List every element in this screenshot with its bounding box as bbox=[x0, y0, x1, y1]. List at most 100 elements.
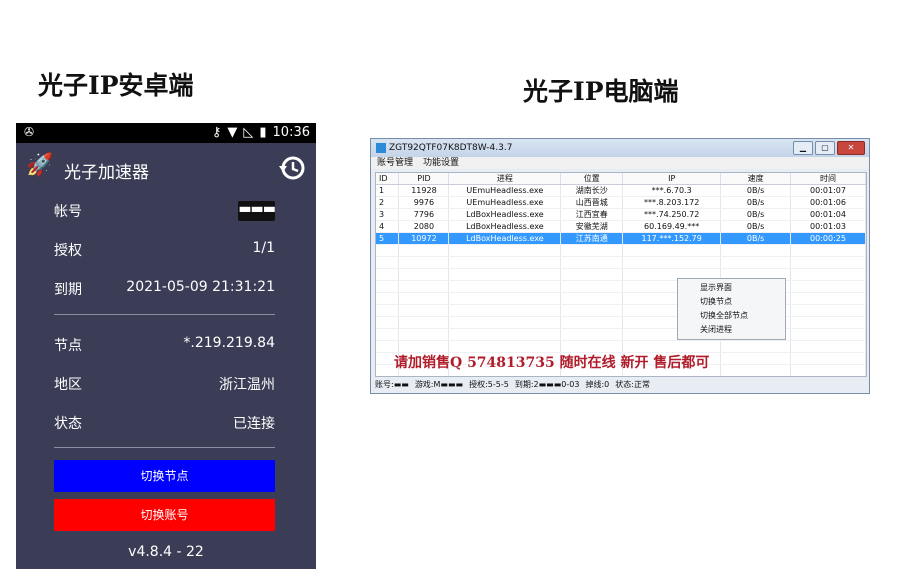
promo-text: 请加销售Q 574813735 随时在线 新开 售后都可 bbox=[394, 355, 710, 371]
cell-process: LdBoxHeadless.exe bbox=[448, 208, 562, 221]
table-row-empty bbox=[376, 280, 866, 293]
region-row: 地区 浙江温州 bbox=[54, 374, 275, 394]
account-row: 帐号 ▬▬▬ bbox=[54, 201, 276, 221]
window-titlebar[interactable]: ZGT92QTF07K8DT8W-4.3.7 ▁ ▢ ✕ bbox=[371, 139, 869, 157]
col-time[interactable]: 时间 bbox=[790, 173, 866, 185]
state-label: 状态 bbox=[54, 416, 82, 432]
cell-pid: 7796 bbox=[398, 208, 450, 221]
table-row[interactable]: 4 2080 LdBoxHeadless.exe 安徽芜湖 60.169.49.… bbox=[376, 220, 866, 233]
col-ip[interactable]: IP bbox=[622, 173, 722, 185]
window-statusbar: 账号:▬▬ 游戏:M▬▬▬ 授权:5-5-5 到期:2▬▬▬0-03 掉线:0 … bbox=[375, 377, 865, 391]
clock: 10:36 bbox=[272, 125, 310, 140]
region-value: 浙江温州 bbox=[219, 377, 275, 393]
menu-bar: 账号管理 功能设置 bbox=[371, 157, 869, 169]
menu-settings[interactable]: 功能设置 bbox=[423, 157, 459, 169]
expire-value: 2021-05-09 21:31:21 bbox=[126, 279, 275, 295]
cell-id: 5 bbox=[376, 232, 400, 245]
android-title: 光子IP安卓端 bbox=[38, 71, 194, 100]
minimize-icon[interactable]: ▁ bbox=[793, 141, 813, 155]
android-phone-screen: ✇ ⚷ ▼ ◺ ▮ 10:36 🚀 光子加速器 帐号 ▬▬▬ 授权 1/1 到期… bbox=[16, 123, 316, 569]
table-row-empty bbox=[376, 256, 866, 269]
table-row-empty bbox=[376, 292, 866, 305]
cell-pid: 2080 bbox=[398, 220, 450, 233]
table-row-selected[interactable]: 5 10972 LdBoxHeadless.exe 江苏南通 117.***.1… bbox=[376, 232, 866, 245]
battery-icon: ▮ bbox=[259, 125, 267, 140]
col-speed[interactable]: 速度 bbox=[720, 173, 792, 185]
key-icon: ⚷ bbox=[211, 125, 222, 140]
cell-location: 江西宜春 bbox=[560, 208, 624, 221]
process-table: ID PID 进程 位置 IP 速度 时间 1 11928 UEmuHeadle… bbox=[375, 172, 867, 377]
cell-pid: 10972 bbox=[398, 232, 450, 245]
status-account: 账号:▬▬ bbox=[375, 379, 409, 389]
divider bbox=[54, 314, 275, 315]
col-id[interactable]: ID bbox=[376, 173, 400, 185]
node-label: 节点 bbox=[54, 338, 82, 354]
cell-time: 00:01:07 bbox=[790, 184, 866, 197]
wifi-icon: ▼ bbox=[227, 125, 238, 140]
cell-location: 山西晋城 bbox=[560, 196, 624, 209]
status-state: 状态:正常 bbox=[615, 379, 650, 389]
cell-process: LdBoxHeadless.exe bbox=[448, 220, 562, 233]
switch-account-button[interactable]: 切换账号 bbox=[54, 499, 275, 531]
status-game: 游戏:M▬▬▬ bbox=[414, 379, 464, 389]
status-auth: 授权:5-5-5 bbox=[469, 379, 509, 389]
account-value: ▬▬▬ bbox=[238, 201, 276, 221]
ctx-close-process[interactable]: 关闭进程 bbox=[678, 323, 785, 337]
rocket-icon: 🚀 bbox=[26, 153, 54, 178]
ctx-switch-all-nodes[interactable]: 切换全部节点 bbox=[678, 309, 785, 323]
table-row-empty bbox=[376, 244, 866, 257]
window-title: ZGT92QTF07K8DT8W-4.3.7 bbox=[389, 143, 513, 153]
table-row-empty bbox=[376, 316, 866, 329]
cell-ip: 60.169.49.*** bbox=[622, 220, 722, 233]
cell-speed: 0B/s bbox=[720, 220, 792, 233]
cell-id: 2 bbox=[376, 196, 400, 209]
expire-row: 到期 2021-05-09 21:31:21 bbox=[54, 279, 275, 299]
cell-location: 江苏南通 bbox=[560, 232, 624, 245]
ctx-show-ui[interactable]: 显示界面 bbox=[678, 281, 785, 295]
cell-ip: ***.74.250.72 bbox=[622, 208, 722, 221]
cell-time: 00:01:06 bbox=[790, 196, 866, 209]
cell-speed: 0B/s bbox=[720, 232, 792, 245]
switch-node-button[interactable]: 切换节点 bbox=[54, 460, 275, 492]
close-icon[interactable]: ✕ bbox=[837, 141, 865, 155]
no-signal-icon: ◺ bbox=[243, 125, 254, 140]
table-row-empty bbox=[376, 328, 866, 341]
history-icon[interactable] bbox=[276, 152, 308, 188]
table-row-empty bbox=[376, 340, 866, 353]
cell-speed: 0B/s bbox=[720, 196, 792, 209]
account-label: 帐号 bbox=[54, 204, 82, 220]
table-row[interactable]: 2 9976 UEmuHeadless.exe 山西晋城 ***.8.203.1… bbox=[376, 196, 866, 209]
table-header: ID PID 进程 位置 IP 速度 时间 bbox=[376, 173, 866, 185]
auth-label: 授权 bbox=[54, 243, 82, 259]
maximize-icon[interactable]: ▢ bbox=[815, 141, 835, 155]
col-location[interactable]: 位置 bbox=[560, 173, 624, 185]
col-pid[interactable]: PID bbox=[398, 173, 450, 185]
node-row: 节点 *.219.219.84 bbox=[54, 335, 275, 355]
cell-ip: ***.6.70.3 bbox=[622, 184, 722, 197]
cell-pid: 11928 bbox=[398, 184, 450, 197]
cell-ip: ***.8.203.172 bbox=[622, 196, 722, 209]
cell-ip: 117.***.152.79 bbox=[622, 232, 722, 245]
cell-location: 湖南长沙 bbox=[560, 184, 624, 197]
cell-speed: 0B/s bbox=[720, 208, 792, 221]
pc-client-window: ZGT92QTF07K8DT8W-4.3.7 ▁ ▢ ✕ 账号管理 功能设置 I… bbox=[370, 138, 870, 394]
cell-id: 4 bbox=[376, 220, 400, 233]
state-value: 已连接 bbox=[233, 416, 275, 432]
context-menu: 显示界面 切换节点 切换全部节点 关闭进程 bbox=[677, 278, 786, 340]
node-value: *.219.219.84 bbox=[183, 335, 275, 351]
version-label: v4.8.4 - 22 bbox=[128, 544, 204, 560]
auth-value: 1/1 bbox=[252, 240, 275, 256]
status-expire: 到期:2▬▬▬0-03 bbox=[514, 379, 580, 389]
menu-account-manage[interactable]: 账号管理 bbox=[377, 157, 413, 169]
table-row[interactable]: 1 11928 UEmuHeadless.exe 湖南长沙 ***.6.70.3… bbox=[376, 184, 866, 197]
ctx-switch-node[interactable]: 切换节点 bbox=[678, 295, 785, 309]
app-bar: 🚀 光子加速器 bbox=[16, 143, 316, 193]
auth-row: 授权 1/1 bbox=[54, 240, 275, 260]
table-row[interactable]: 3 7796 LdBoxHeadless.exe 江西宜春 ***.74.250… bbox=[376, 208, 866, 221]
cell-process: UEmuHeadless.exe bbox=[448, 184, 562, 197]
col-process[interactable]: 进程 bbox=[448, 173, 562, 185]
cell-id: 1 bbox=[376, 184, 400, 197]
cell-pid: 9976 bbox=[398, 196, 450, 209]
state-row: 状态 已连接 bbox=[54, 413, 275, 433]
status-bar: ✇ ⚷ ▼ ◺ ▮ 10:36 bbox=[16, 123, 316, 143]
